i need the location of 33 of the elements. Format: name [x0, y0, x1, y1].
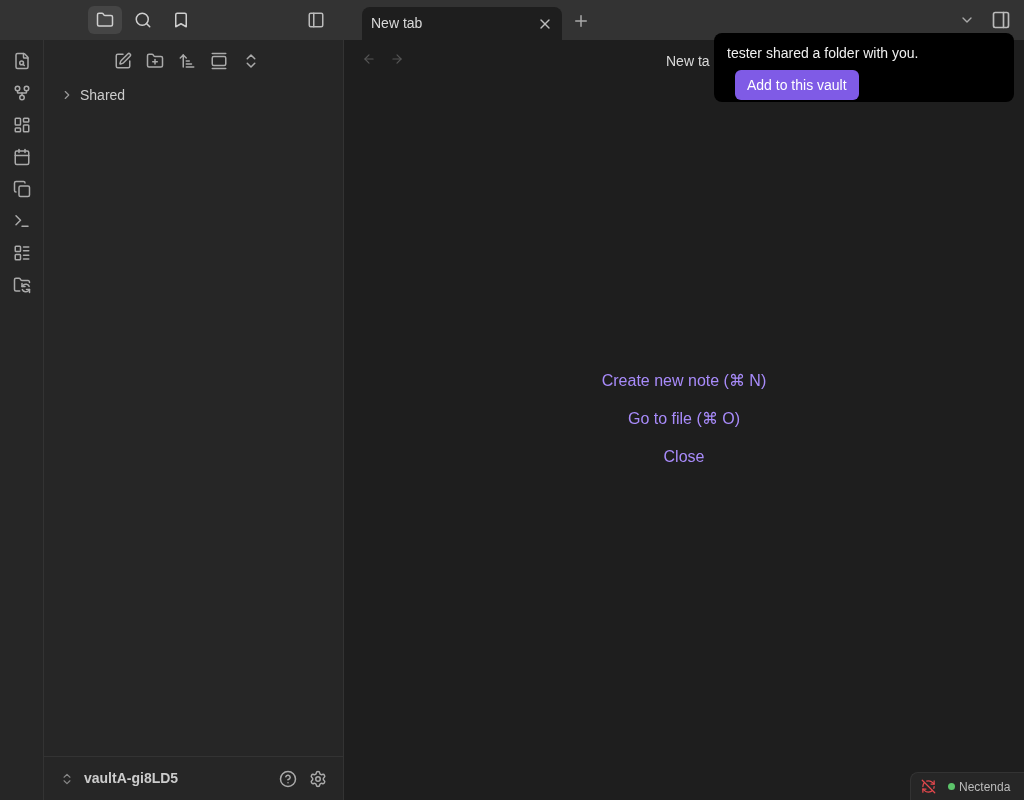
- new-folder-icon[interactable]: [145, 52, 164, 70]
- folder-sync-icon[interactable]: [12, 276, 31, 294]
- action-link[interactable]: Go to file (⌘ O): [628, 407, 740, 431]
- tab-title: New tab: [371, 14, 423, 33]
- grid-icon[interactable]: [12, 116, 31, 134]
- settings-icon[interactable]: [309, 769, 327, 788]
- view-title: New ta: [666, 52, 710, 71]
- sidebar-icon: [307, 11, 325, 29]
- copy-icon[interactable]: [12, 180, 31, 198]
- vault-name[interactable]: vaultA-gi8LD5: [84, 768, 179, 789]
- folder-icon: [96, 11, 114, 29]
- collapse-icon[interactable]: [209, 52, 228, 70]
- sync-off-icon[interactable]: [921, 779, 936, 794]
- new-tab-icon[interactable]: [572, 12, 590, 30]
- action-link[interactable]: Create new note (⌘ N): [601, 369, 767, 393]
- graph-icon[interactable]: [12, 84, 31, 102]
- search-icon: [134, 11, 152, 29]
- action-link[interactable]: Close: [663, 445, 705, 469]
- bookmark-icon: [172, 11, 190, 29]
- file-search-icon[interactable]: [12, 52, 31, 70]
- add-to-vault-button[interactable]: Add to this vault: [735, 70, 859, 100]
- notice-message: tester shared a folder with you.: [727, 44, 920, 63]
- calendar-icon[interactable]: [12, 148, 31, 166]
- list-icon[interactable]: [12, 244, 31, 262]
- sidebar-tab[interactable]: [88, 6, 122, 34]
- terminal-icon[interactable]: [12, 212, 31, 230]
- right-sidebar-icon[interactable]: [991, 10, 1011, 30]
- sort-icon[interactable]: [177, 52, 196, 70]
- status-name: Nectenda: [959, 778, 1011, 796]
- tab[interactable]: New tab: [362, 7, 562, 40]
- folder-item[interactable]: Shared: [60, 82, 327, 108]
- help-icon[interactable]: [279, 769, 297, 788]
- new-note-icon[interactable]: [113, 52, 132, 70]
